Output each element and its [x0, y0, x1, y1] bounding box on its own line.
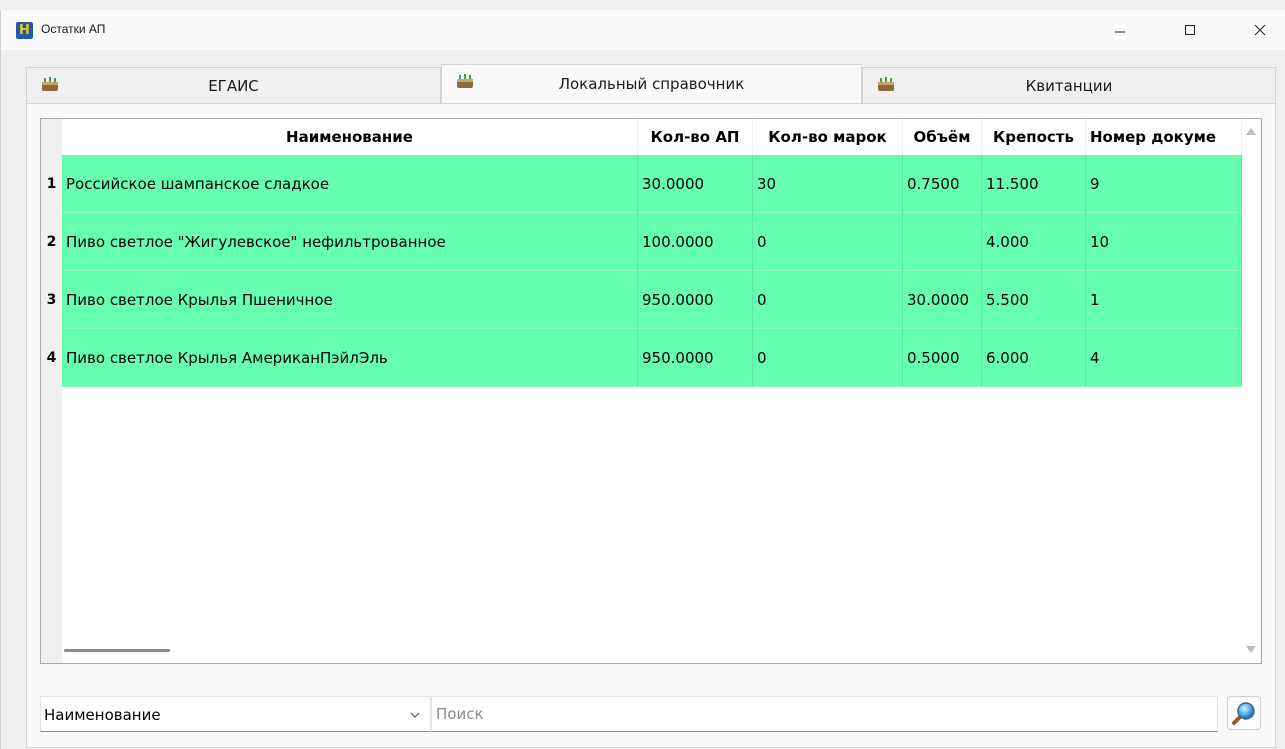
column-header-volume[interactable]: Объём	[903, 119, 982, 155]
cell-marks-count[interactable]: 30	[753, 155, 903, 213]
column-header-marks-count[interactable]: Кол-во марок	[753, 119, 903, 155]
search-button[interactable]	[1227, 696, 1261, 730]
cell-document-number[interactable]: 1	[1086, 271, 1242, 329]
cell-marks-count[interactable]: 0	[753, 213, 903, 271]
column-header-strength[interactable]: Крепость	[982, 119, 1086, 155]
cell-strength[interactable]: 6.000	[982, 329, 1086, 387]
column-header-ap-quantity[interactable]: Кол-во АП	[638, 119, 753, 155]
table-row[interactable]: 1 Российское шампанское сладкое 30.0000 …	[41, 155, 1242, 213]
cell-name[interactable]: Пиво светлое Крылья Пшеничное	[62, 271, 638, 329]
minimize-icon	[1115, 31, 1125, 33]
chevron-down-icon	[410, 712, 420, 718]
tab-egais[interactable]: ЕГАИС	[26, 67, 441, 103]
table-row[interactable]: 3 Пиво светлое Крылья Пшеничное 950.0000…	[41, 271, 1242, 329]
close-button[interactable]	[1237, 10, 1283, 50]
data-table[interactable]: Наименование Кол-во АП Кол-во марок Объё…	[40, 118, 1262, 664]
table-row[interactable]: 4 Пиво светлое Крылья АмериканПэйлЭль 95…	[41, 329, 1242, 387]
cell-ap-quantity[interactable]: 30.0000	[638, 155, 753, 213]
row-number: 3	[41, 271, 62, 329]
row-number: 2	[41, 213, 62, 271]
cell-volume[interactable]: 30.0000	[903, 271, 982, 329]
cell-document-number[interactable]: 4	[1086, 329, 1242, 387]
cell-ap-quantity[interactable]: 950.0000	[638, 329, 753, 387]
cell-ap-quantity[interactable]: 100.0000	[638, 213, 753, 271]
table-row[interactable]: 2 Пиво светлое "Жигулевское" нефильтрова…	[41, 213, 1242, 271]
tab-panel: Наименование Кол-во АП Кол-во марок Объё…	[26, 103, 1276, 748]
cell-document-number[interactable]: 10	[1086, 213, 1242, 271]
cell-name[interactable]: Пиво светлое Крылья АмериканПэйлЭль	[62, 329, 638, 387]
table-body: 1 Российское шампанское сладкое 30.0000 …	[41, 155, 1242, 387]
title-bar: H Остатки АП	[1, 10, 1285, 50]
horizontal-scrollbar-thumb[interactable]	[64, 649, 170, 652]
search-field-select[interactable]: Наименование	[40, 696, 431, 732]
maximize-icon	[1185, 25, 1195, 35]
table-header: Наименование Кол-во АП Кол-во марок Объё…	[62, 119, 1242, 155]
cell-ap-quantity[interactable]: 950.0000	[638, 271, 753, 329]
cell-volume[interactable]: 0.7500	[903, 155, 982, 213]
tab-local-directory[interactable]: Локальный справочник	[441, 64, 862, 103]
column-header-document-number[interactable]: Номер докуме	[1086, 119, 1242, 155]
row-number: 1	[41, 155, 62, 213]
scroll-down-arrow-icon[interactable]	[1246, 646, 1256, 653]
cell-strength[interactable]: 5.500	[982, 271, 1086, 329]
cell-name[interactable]: Пиво светлое "Жигулевское" нефильтрованн…	[62, 213, 638, 271]
cell-volume[interactable]	[903, 213, 982, 271]
tab-receipts-label: Квитанции	[1025, 76, 1113, 95]
cell-marks-count[interactable]: 0	[753, 329, 903, 387]
search-field-select-value: Наименование	[44, 706, 161, 724]
cell-volume[interactable]: 0.5000	[903, 329, 982, 387]
search-input[interactable]	[431, 696, 1218, 732]
cell-strength[interactable]: 11.500	[982, 155, 1086, 213]
magnifier-icon	[1232, 702, 1255, 725]
tab-egais-label: ЕГАИС	[208, 76, 259, 95]
maximize-button[interactable]	[1167, 10, 1213, 50]
cell-strength[interactable]: 4.000	[982, 213, 1086, 271]
column-header-name[interactable]: Наименование	[62, 119, 638, 155]
cell-name[interactable]: Российское шампанское сладкое	[62, 155, 638, 213]
close-icon	[1254, 24, 1266, 36]
cell-marks-count[interactable]: 0	[753, 271, 903, 329]
scroll-up-arrow-icon[interactable]	[1246, 128, 1256, 135]
vertical-scrollbar[interactable]	[1242, 119, 1261, 663]
tab-receipts[interactable]: Квитанции	[862, 67, 1276, 103]
row-number: 4	[41, 329, 62, 387]
tab-local-directory-label: Локальный справочник	[558, 75, 745, 93]
cell-document-number[interactable]: 9	[1086, 155, 1242, 213]
window-title: Остатки АП	[41, 22, 106, 36]
tab-bar: ЕГАИС Локальный справочник Квитанции	[26, 64, 1276, 103]
minimize-button[interactable]	[1097, 10, 1143, 50]
window: H Остатки АП ЕГАИС Локальный справочник …	[0, 10, 1285, 749]
app-logo-icon: H	[16, 22, 33, 39]
